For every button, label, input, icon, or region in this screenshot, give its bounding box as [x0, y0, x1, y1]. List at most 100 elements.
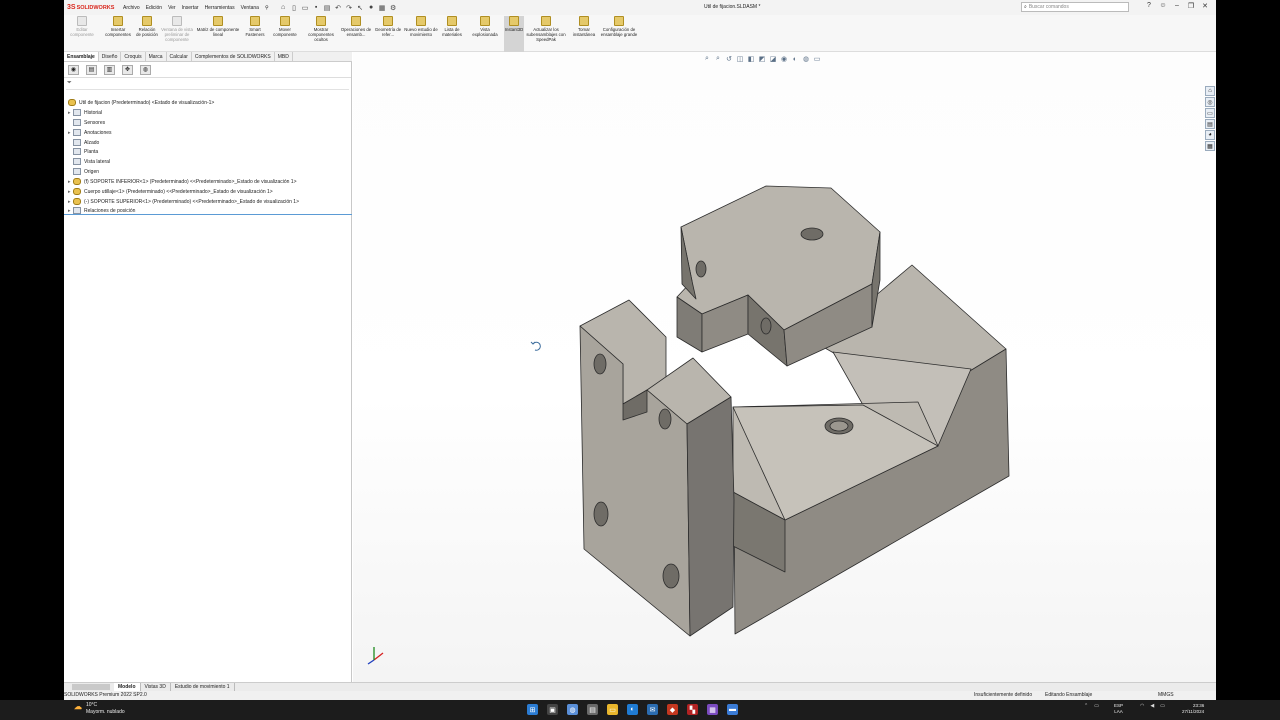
wifi-icon[interactable]: ◠ — [1140, 703, 1144, 709]
tab-scroll-buttons[interactable] — [72, 684, 110, 690]
tree-item-soporte-inferior[interactable]: ▸ (f) SOPORTE INFERIOR<1> (Predeterminado… — [68, 177, 297, 186]
weather-widget[interactable]: ☁ 10°C Mayorm. nublado — [74, 702, 125, 716]
file-explorer-icon[interactable]: ▭ — [607, 704, 618, 715]
solidworks-taskbar-icon[interactable]: ▚ — [687, 704, 698, 715]
ribbon-instant3d[interactable]: Instant3D — [504, 16, 524, 52]
tree-item-origen[interactable]: Origen — [68, 167, 99, 176]
ribbon-tomar-instantanea[interactable]: Tomar instantánea — [568, 16, 600, 37]
start-icon[interactable]: ⊞ — [527, 704, 538, 715]
tree-item-historial[interactable]: ▸ Historial — [68, 108, 102, 117]
tree-item-cuerpo-utillaje[interactable]: ▸ Cuerpo utillaje<1> (Predeterminado) <<P… — [68, 187, 273, 196]
help-icon[interactable]: ? — [1142, 2, 1156, 10]
dimxpert-icon[interactable]: ✥ — [122, 64, 133, 75]
assembly-features-icon — [351, 16, 361, 26]
user-icon[interactable]: ☺ — [1156, 2, 1170, 10]
instant3d-icon — [509, 16, 519, 26]
ribbon-lista-materiales[interactable]: Lista de materiales — [438, 16, 466, 37]
menu-archivo[interactable]: Archivo — [123, 5, 140, 11]
options-icon[interactable]: ⚙ — [389, 3, 398, 12]
tab-calcular[interactable]: Calcular — [167, 52, 192, 61]
main-menu: Archivo Edición Ver Insertar Herramienta… — [123, 5, 275, 11]
ribbon-speedpak[interactable]: Actualizar los subensamblajes con SpeedP… — [526, 16, 566, 42]
office-icon[interactable]: ◆ — [667, 704, 678, 715]
ribbon-vista-explosionada[interactable]: Vista explosionada — [468, 16, 502, 37]
tab-ensamblaje[interactable]: Ensamblaje — [64, 52, 99, 61]
tree-item-soporte-superior[interactable]: ▸ (-) SOPORTE SUPERIOR<1> (Predeterminado… — [68, 197, 299, 206]
window-controls: ? ☺ – ❐ ✕ — [1142, 2, 1212, 10]
menu-herramientas[interactable]: Herramientas — [205, 5, 235, 11]
redo-icon[interactable]: ↷ — [345, 3, 354, 12]
teams-icon[interactable]: ▦ — [707, 704, 718, 715]
tree-item-vista-lateral[interactable]: Vista lateral — [68, 157, 110, 166]
menu-insertar[interactable]: Insertar — [182, 5, 199, 11]
mail-icon[interactable]: ✉ — [647, 704, 658, 715]
rotate-cursor-icon — [530, 341, 541, 351]
battery-icon[interactable]: ▭ — [1160, 703, 1165, 709]
configuration-manager-icon[interactable]: ▥ — [104, 64, 115, 75]
save-icon[interactable]: ▪ — [312, 3, 321, 12]
ribbon-smart-fasteners[interactable]: Smart Fasteners — [242, 16, 268, 37]
tree-root[interactable]: Util de fijacion (Predeterminado) <Estad… — [68, 98, 214, 107]
search-commands[interactable]: ⌕ Buscar comandos — [1021, 2, 1129, 12]
menu-ver[interactable]: Ver — [168, 5, 176, 11]
home-icon[interactable]: ⌂ — [279, 3, 288, 12]
ribbon-relacion-posicion[interactable]: Relación de posición — [136, 16, 158, 37]
tab-mbd[interactable]: MBD — [275, 52, 293, 61]
print-icon[interactable]: ▤ — [323, 3, 332, 12]
tab-croquis[interactable]: Croquis — [121, 52, 146, 61]
ribbon-mostrar-ocultos[interactable]: Mostrar componentes ocultos — [304, 16, 338, 42]
soporte-inferior[interactable] — [579, 299, 735, 637]
mates-folder-icon — [73, 207, 81, 214]
screen-recorder-icon[interactable]: ▬ — [727, 704, 738, 715]
menu-ventana[interactable]: Ventana — [241, 5, 259, 11]
rollback-bar[interactable] — [64, 214, 352, 215]
tree-item-alzado[interactable]: Alzado — [68, 138, 99, 147]
copilot-icon[interactable]: ◍ — [567, 704, 578, 715]
tab-marca[interactable]: Marca — [146, 52, 167, 61]
cuerpo-hole-inner — [829, 420, 849, 432]
chevron-up-icon[interactable]: ⌃ — [1084, 703, 1088, 709]
ribbon-ensamblaje-grande[interactable]: Configuración de ensamblaje grande — [600, 16, 638, 37]
network-icon[interactable]: ▭ — [1094, 703, 1099, 709]
ribbon-mover-componente[interactable]: Mover componente — [268, 16, 302, 37]
file-manager-icon[interactable]: ▤ — [587, 704, 598, 715]
solidworks-logo[interactable]: 3S SOLIDWORKS — [67, 4, 123, 11]
edge-icon[interactable]: ◐ — [627, 704, 638, 715]
undo-icon[interactable]: ↶ — [334, 3, 343, 12]
tree-filter[interactable]: ⏷ — [66, 80, 349, 90]
tree-item-planta[interactable]: Planta — [68, 147, 98, 156]
graphics-area[interactable]: ⌕ ⌕ ↺ ◫ ◧ ◩ ◪ ◉ ◐ ◍ ▭ ⌂ ◎ ▭ ▤ ◕ ▦ — [353, 52, 1216, 682]
close-button[interactable]: ✕ — [1198, 2, 1212, 10]
select-icon[interactable]: ↖ — [356, 3, 365, 12]
display-manager-icon[interactable]: ◍ — [140, 64, 151, 75]
tree-item-sensores[interactable]: Sensores — [68, 118, 105, 127]
ribbon-estudio-movimiento[interactable]: Nuevo estudio de movimiento — [404, 16, 438, 37]
tree-item-anotaciones[interactable]: ▸ Anotaciones — [68, 128, 112, 137]
ribbon-editar-componente[interactable]: Editar componente — [66, 16, 98, 37]
pin-icon[interactable]: ⚲ — [265, 5, 269, 11]
task-view-icon[interactable]: ▣ — [547, 704, 558, 715]
language-indicator[interactable]: ESP LAA — [1114, 703, 1123, 715]
model-viewport[interactable] — [353, 52, 1216, 682]
property-manager-icon[interactable]: ▤ — [86, 64, 97, 75]
tab-complementos[interactable]: Complementos de SOLIDWORKS — [192, 52, 275, 61]
status-units[interactable]: MMGS — [1158, 691, 1174, 700]
ribbon-geometria-referencia[interactable]: Geometría de refer... — [372, 16, 404, 37]
restore-button[interactable]: ❐ — [1184, 2, 1198, 10]
feature-tree-icon[interactable]: ◉ — [68, 64, 79, 75]
ribbon-matriz-lineal[interactable]: Matriz de componente lineal — [196, 16, 240, 37]
volume-icon[interactable]: ◀ — [1150, 703, 1154, 709]
menu-edicion[interactable]: Edición — [146, 5, 162, 11]
tab-diseno[interactable]: Diseño — [99, 52, 122, 61]
clock[interactable]: 23:36 27/11/2024 — [1182, 703, 1204, 715]
move-component-icon — [280, 16, 290, 26]
ribbon-insertar-componentes[interactable]: Insertar componentes — [100, 16, 136, 37]
new-icon[interactable]: ▯ — [290, 3, 299, 12]
windows-taskbar: ☁ 10°C Mayorm. nublado ⊞ ▣ ◍ ▤ ▭ ◐ ✉ ◆ ▚… — [0, 700, 1280, 720]
file-properties-icon[interactable]: ▦ — [378, 3, 387, 12]
ribbon-vista-preliminar[interactable]: Ventana de vista preliminar de component… — [160, 16, 194, 42]
open-icon[interactable]: ▭ — [301, 3, 310, 12]
ribbon-operaciones-ensamblaje[interactable]: Operaciones de ensamb... — [340, 16, 372, 37]
minimize-button[interactable]: – — [1170, 2, 1184, 10]
rebuild-icon[interactable]: ● — [367, 3, 376, 12]
